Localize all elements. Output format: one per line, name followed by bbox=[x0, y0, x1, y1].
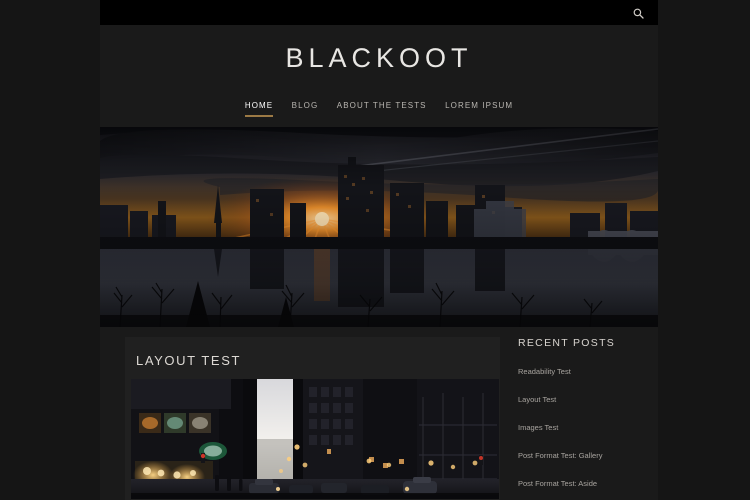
nav-item-blog[interactable]: BLOG bbox=[292, 101, 319, 117]
site-title[interactable]: BLACKOOT bbox=[100, 45, 658, 74]
nav-item-home[interactable]: HOME bbox=[244, 101, 274, 117]
post-image-illustration bbox=[131, 379, 499, 499]
content-row: LAYOUT TEST RECENT POSTS Readability Tes… bbox=[100, 327, 658, 500]
list-item: Layout Test bbox=[518, 389, 658, 407]
post-title[interactable]: LAYOUT TEST bbox=[125, 337, 500, 379]
recent-posts-list: Readability Test Layout Test Images Test… bbox=[518, 361, 658, 491]
masthead: BLACKOOT HOME BLOG ABOUT THE TESTS LOREM… bbox=[100, 25, 658, 127]
recent-post-link-post-format-test-aside[interactable]: Post Format Test: Aside bbox=[518, 479, 597, 488]
recent-post-link-readability-test[interactable]: Readability Test bbox=[518, 367, 571, 376]
recent-post-link-images-test[interactable]: Images Test bbox=[518, 423, 558, 432]
hero-illustration bbox=[100, 127, 658, 327]
page-root: BLACKOOT HOME BLOG ABOUT THE TESTS LOREM… bbox=[0, 0, 750, 500]
widget-title-recent-posts: RECENT POSTS bbox=[518, 337, 616, 349]
top-bar bbox=[100, 0, 658, 25]
post-card: LAYOUT TEST bbox=[125, 337, 500, 500]
list-item: Readability Test bbox=[518, 361, 658, 379]
post-featured-image bbox=[131, 379, 499, 499]
list-item: Post Format Test: Gallery bbox=[518, 445, 658, 463]
primary-navigation: HOME BLOG ABOUT THE TESTS LOREM IPSUM bbox=[100, 95, 658, 117]
recent-post-link-post-format-test-gallery[interactable]: Post Format Test: Gallery bbox=[518, 451, 602, 460]
widget-recent-posts: RECENT POSTS Readability Test Layout Tes… bbox=[518, 337, 658, 491]
nav-item-about-the-tests[interactable]: ABOUT THE TESTS bbox=[337, 101, 427, 117]
list-item: Post Format Test: Aside bbox=[518, 473, 658, 491]
list-item: Images Test bbox=[518, 417, 658, 435]
sidebar: RECENT POSTS Readability Test Layout Tes… bbox=[518, 337, 658, 500]
nav-item-lorem-ipsum[interactable]: LOREM IPSUM bbox=[445, 101, 513, 117]
recent-post-link-layout-test[interactable]: Layout Test bbox=[518, 395, 556, 404]
site-wrapper: BLACKOOT HOME BLOG ABOUT THE TESTS LOREM… bbox=[100, 0, 658, 500]
hero-image bbox=[100, 127, 658, 327]
search-icon[interactable] bbox=[630, 5, 646, 21]
